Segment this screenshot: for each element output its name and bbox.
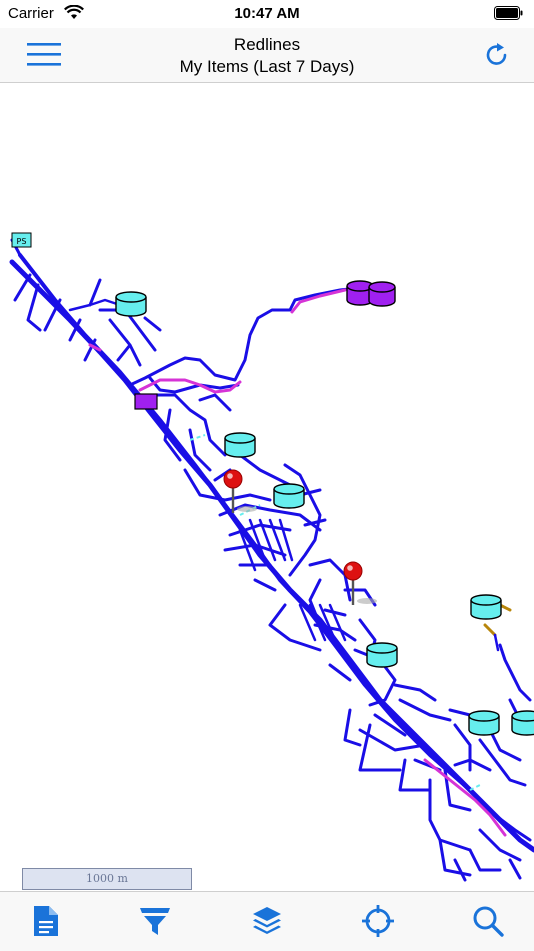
tab-locate[interactable] — [361, 904, 395, 938]
map-scale-bar: 1000 m — [22, 868, 192, 890]
purple-tank-markers[interactable] — [346, 280, 396, 307]
battery-icon — [494, 6, 523, 20]
tank-6 — [468, 710, 500, 736]
pump-station-label: PS — [17, 237, 27, 246]
status-bar: Carrier 10:47 AM — [0, 0, 534, 28]
tab-layers[interactable] — [250, 904, 284, 938]
purple-tank-2 — [368, 281, 396, 307]
tank-markers[interactable] — [115, 291, 534, 736]
tank-5 — [470, 594, 502, 620]
clock: 10:47 AM — [234, 5, 300, 22]
search-icon — [473, 906, 504, 937]
pump-station-marker[interactable]: PS — [11, 232, 32, 248]
locate-icon — [362, 905, 394, 937]
page-title: Redlines — [233, 35, 301, 54]
purple-station — [134, 393, 158, 410]
navigation-bar: Redlines My Items (Last 7 Days) — [0, 28, 534, 83]
refresh-button[interactable] — [482, 40, 512, 70]
map-canvas[interactable]: PS — [0, 83, 534, 891]
tank-1 — [115, 291, 147, 317]
transmission-line — [88, 286, 507, 837]
tank-2 — [224, 432, 256, 458]
tab-documents[interactable] — [28, 904, 62, 938]
layers-icon — [253, 907, 281, 934]
tab-filter[interactable] — [138, 904, 172, 938]
tank-3 — [273, 483, 305, 509]
tab-search[interactable] — [471, 904, 505, 938]
tank-7 — [511, 710, 534, 736]
tab-bar — [0, 891, 534, 951]
tank-4 — [366, 642, 398, 668]
map-view[interactable]: PS — [0, 83, 534, 891]
filter-icon — [140, 908, 170, 935]
page-subtitle: My Items (Last 7 Days) — [179, 57, 355, 76]
document-icon — [34, 906, 58, 936]
scale-label: 1000 m — [86, 872, 128, 885]
refresh-icon — [486, 43, 507, 65]
